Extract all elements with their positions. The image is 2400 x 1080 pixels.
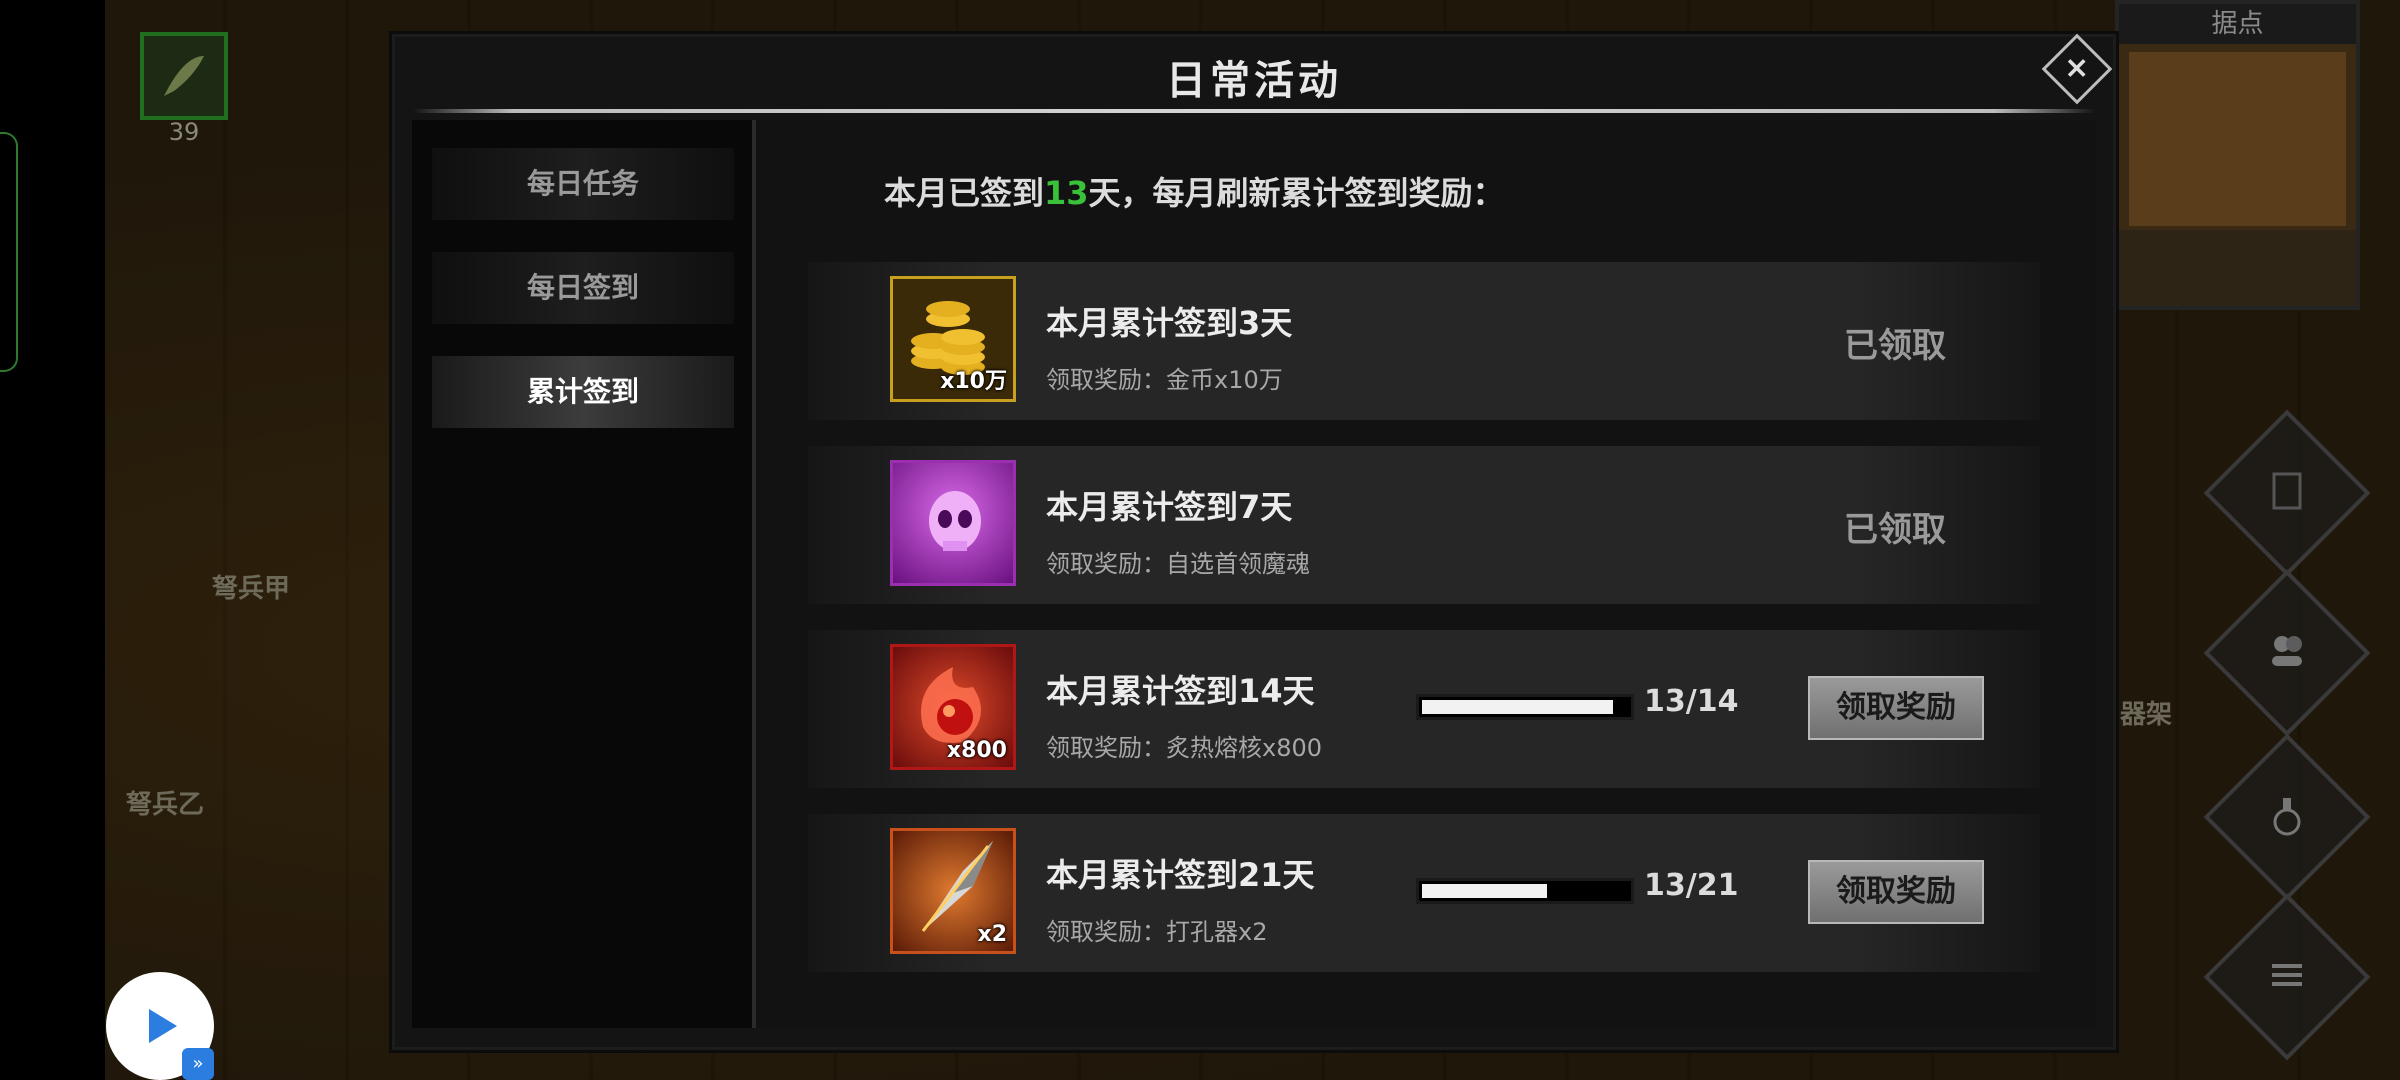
claim-reward-button[interactable]: 领取奖励 [1808,676,1984,740]
summary-suffix: 天，每月刷新累计签到奖励： [1088,174,1505,212]
dialog-title: 日常活动 [1166,58,1342,104]
minimap-footer [2119,230,2356,306]
list-icon [2262,950,2312,1004]
reward-row: x10万 本月累计签到3天 领取奖励：金币x10万 已领取 [808,262,2040,420]
fast-forward-icon: » [182,1048,214,1080]
reward-quantity: x800 [946,738,1007,763]
play-icon [149,1009,177,1043]
unit-label-weapon-rack: 器架 [2120,700,2173,730]
reward-description: 领取奖励：金币x10万 [1046,366,1283,394]
reward-row: x800 本月累计签到14天 领取奖励：炙热熔核x800 13/14 领取奖励 [808,630,2040,788]
tab-daily-checkin[interactable]: 每日签到 [432,252,734,324]
reward-quantity: x10万 [940,369,1007,394]
claimed-status: 已领取 [1844,510,1946,550]
side-handle[interactable] [0,132,18,372]
reward-row: x2 本月累计签到21天 领取奖励：打孔器x2 13/21 领取奖励 [808,814,2040,972]
minimap-area [2129,52,2346,226]
reward-title: 本月累计签到21天 [1046,856,1315,894]
people-icon [2262,626,2312,680]
scroll-icon [2262,466,2312,520]
tab-cumulative-checkin[interactable]: 累计签到 [432,356,734,428]
fire-core-icon: x800 [890,644,1016,770]
claim-reward-button[interactable]: 领取奖励 [1808,860,1984,924]
reward-title: 本月累计签到3天 [1046,304,1293,342]
title-divider [413,109,2095,113]
minimap[interactable]: 据点 [2115,0,2360,310]
close-icon: × [2064,50,2090,86]
reward-description: 领取奖励：打孔器x2 [1046,918,1268,946]
progress-text: 13/21 [1644,868,1739,903]
reward-row: 本月累计签到7天 领取奖励：自选首领魔魂 已领取 [808,446,2040,604]
checkin-days-count: 13 [1044,174,1089,212]
progress-fill [1422,700,1614,714]
feather-icon [164,56,204,96]
unit-label-crossbowman-b: 弩兵乙 [126,790,205,820]
minimap-title: 据点 [2119,4,2356,44]
progress-text: 13/14 [1644,684,1739,719]
progress-fill [1422,884,1548,898]
reward-description: 领取奖励：自选首领魔魂 [1046,550,1310,578]
unit-label-crossbowman-a: 弩兵甲 [212,574,291,604]
inventory-item-slot[interactable] [140,32,228,120]
claimed-status: 已领取 [1844,326,1946,366]
drill-blade-icon: x2 [890,828,1016,954]
tab-daily-tasks[interactable]: 每日任务 [432,148,734,220]
progress-bar [1416,878,1634,904]
reward-description: 领取奖励：炙热熔核x800 [1046,734,1323,762]
potion-icon [2262,790,2312,844]
item-count: 39 [168,118,200,146]
gold-coins-icon: x10万 [890,276,1016,402]
reward-title: 本月累计签到14天 [1046,672,1315,710]
reward-quantity: x2 [977,922,1008,947]
progress-bar [1416,694,1634,720]
purple-skull-icon [890,460,1016,586]
checkin-summary: 本月已签到13天，每月刷新累计签到奖励： [884,168,1505,214]
summary-prefix: 本月已签到 [884,174,1045,212]
reward-title: 本月累计签到7天 [1046,488,1293,526]
